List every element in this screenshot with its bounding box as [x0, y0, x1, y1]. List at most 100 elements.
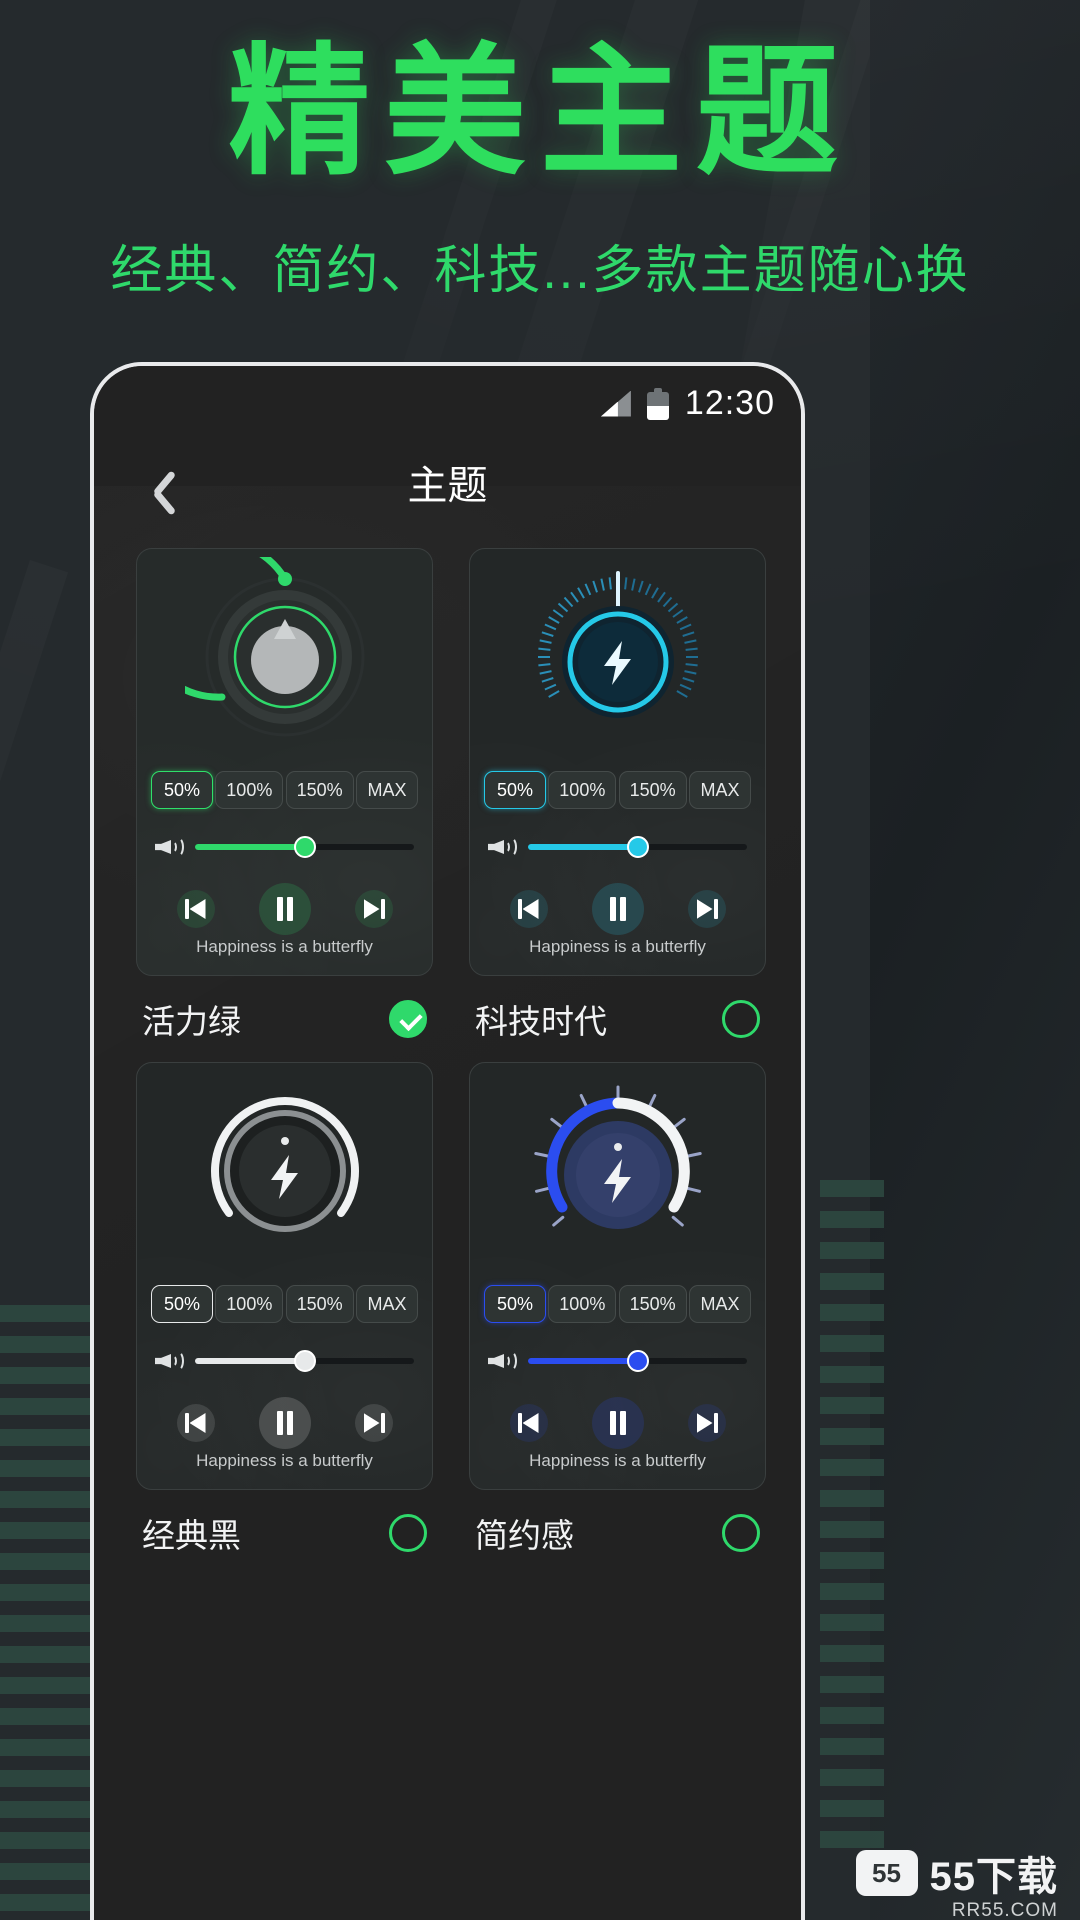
watermark-title: 55下载 [929, 1855, 1058, 1899]
promo-subheadline: 经典、简约、科技...多款主题随心换 [110, 242, 970, 300]
next-track-button[interactable] [354, 1404, 393, 1442]
theme-preview-card[interactable]: 50% 100% 150% MAX Happiness is a butterfly [136, 548, 433, 976]
pause-button[interactable] [591, 1397, 644, 1449]
theme-name: 简约感 [475, 1517, 574, 1554]
preset-button[interactable]: 50% [151, 1285, 213, 1323]
theme-cell: 50% 100% 150% MAX Happiness is a butterfly [136, 548, 433, 1062]
playback-controls [470, 1397, 765, 1449]
speaker-icon [488, 1349, 517, 1373]
status-bar-clock: 12:30 [684, 384, 775, 422]
preset-button[interactable]: MAX [355, 771, 418, 809]
preset-button[interactable]: 50% [151, 771, 213, 809]
next-track-icon [696, 1413, 718, 1433]
previous-track-icon [517, 1413, 540, 1433]
volume-knob[interactable] [137, 1071, 432, 1281]
next-track-button[interactable] [354, 890, 393, 928]
power-bolt-knob-icon [518, 1071, 718, 1271]
track-title: Happiness is a butterfly [196, 1451, 373, 1470]
previous-track-icon [184, 899, 207, 919]
previous-track-button[interactable] [176, 1404, 215, 1442]
preset-button[interactable]: MAX [355, 1285, 418, 1323]
preset-button[interactable]: 150% [285, 771, 354, 809]
previous-track-button[interactable] [509, 890, 548, 928]
playback-controls [137, 1397, 432, 1449]
signal-bars-icon [600, 390, 631, 417]
preset-button[interactable]: 150% [618, 771, 687, 809]
volume-knob[interactable] [137, 549, 432, 767]
speaker-icon [155, 1349, 184, 1373]
preset-button[interactable]: 100% [215, 1285, 284, 1323]
playback-controls [470, 883, 765, 935]
next-track-icon [696, 899, 718, 919]
volume-slider-thumb[interactable] [293, 836, 316, 858]
watermark-badge: 55 [855, 1850, 918, 1896]
volume-knob[interactable] [470, 557, 765, 767]
app-header: 主题 [94, 452, 801, 538]
volume-slider-row [155, 835, 414, 859]
volume-slider[interactable] [528, 836, 747, 858]
preset-button[interactable]: 50% [484, 771, 546, 809]
preset-button[interactable]: 100% [548, 1285, 617, 1323]
status-bar: 12:30 [600, 384, 775, 423]
preset-row: 50% 100% 150% MAX [151, 771, 418, 809]
theme-name: 经典黑 [142, 1517, 241, 1554]
pause-icon [608, 1411, 628, 1435]
theme-select-radio[interactable] [722, 1514, 760, 1552]
previous-track-icon [184, 1413, 207, 1433]
power-bolt-knob-icon [185, 1071, 385, 1271]
track-title: Happiness is a butterfly [196, 937, 373, 956]
preset-button[interactable]: 100% [548, 771, 617, 809]
volume-slider[interactable] [195, 836, 414, 858]
preset-button[interactable]: 50% [484, 1285, 546, 1323]
promo-headline: 精美主题 [228, 33, 852, 192]
theme-select-radio[interactable] [722, 1000, 760, 1038]
track-title: Happiness is a butterfly [529, 937, 706, 956]
speaker-icon [488, 835, 517, 859]
preset-row: 50% 100% 150% MAX [484, 771, 751, 809]
pause-icon [275, 897, 295, 921]
preset-button[interactable]: 150% [618, 1285, 687, 1323]
phone-side-button-power[interactable] [801, 806, 805, 876]
theme-select-radio[interactable] [389, 1514, 427, 1552]
equalizer-bars-right [820, 1180, 884, 1848]
phone-side-button-volume-down[interactable] [801, 692, 805, 778]
volume-slider-thumb[interactable] [626, 1350, 649, 1372]
volume-slider-row [155, 1349, 414, 1373]
theme-select-radio[interactable] [389, 1000, 427, 1038]
page-title: 主题 [407, 464, 488, 508]
volume-slider-row [488, 835, 747, 859]
theme-name: 活力绿 [142, 1003, 241, 1040]
phone-mockup: 12:30 主题 50% 100% 150% MAX Happiness is … [90, 362, 805, 1920]
preset-button[interactable]: 100% [215, 771, 284, 809]
theme-preview-card[interactable]: 50% 100% 150% MAX Happiness is a butterfly [469, 1062, 766, 1490]
volume-slider-thumb[interactable] [626, 836, 649, 858]
next-track-icon [363, 1413, 385, 1433]
volume-slider[interactable] [195, 1350, 414, 1372]
theme-preview-card[interactable]: 50% 100% 150% MAX Happiness is a butterfly [469, 548, 766, 976]
theme-grid: 50% 100% 150% MAX Happiness is a butterfly [136, 548, 766, 1576]
phone-side-button-volume-up[interactable] [801, 584, 805, 670]
pause-button[interactable] [258, 883, 311, 935]
equalizer-bars-left [0, 1305, 96, 1911]
theme-name: 科技时代 [475, 1003, 607, 1040]
next-track-button[interactable] [687, 890, 726, 928]
track-title: Happiness is a butterfly [529, 1451, 706, 1470]
power-bolt-knob-icon [518, 557, 718, 757]
volume-slider[interactable] [528, 1350, 747, 1372]
preset-button[interactable]: MAX [688, 1285, 751, 1323]
pause-button[interactable] [591, 883, 644, 935]
previous-track-button[interactable] [176, 890, 215, 928]
preset-row: 50% 100% 150% MAX [484, 1285, 751, 1323]
volume-slider-thumb[interactable] [293, 1350, 316, 1372]
pause-button[interactable] [258, 1397, 311, 1449]
watermark: 55 55下载 [855, 1844, 1059, 1902]
preset-button[interactable]: 150% [285, 1285, 354, 1323]
speaker-icon [155, 835, 184, 859]
theme-preview-card[interactable]: 50% 100% 150% MAX Happiness is a butterfly [136, 1062, 433, 1490]
next-track-button[interactable] [687, 1404, 726, 1442]
theme-cell: 50% 100% 150% MAX Happiness is a butterfly [136, 1062, 433, 1576]
previous-track-button[interactable] [509, 1404, 548, 1442]
preset-button[interactable]: MAX [688, 771, 751, 809]
volume-knob[interactable] [470, 1071, 765, 1281]
preset-row: 50% 100% 150% MAX [151, 1285, 418, 1323]
